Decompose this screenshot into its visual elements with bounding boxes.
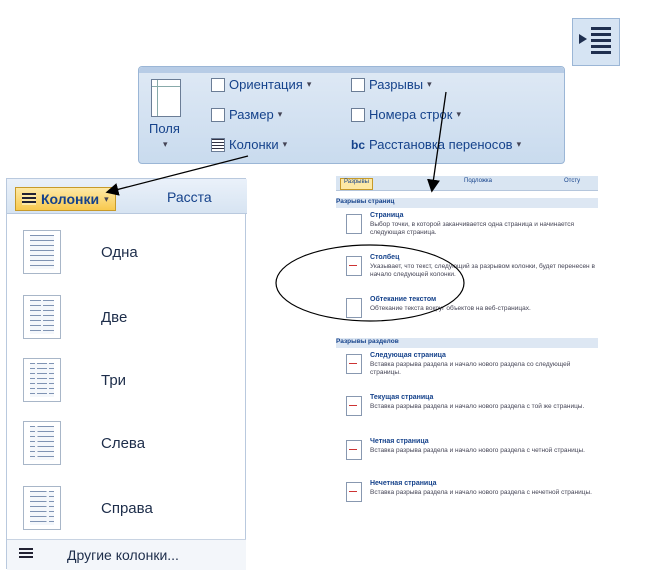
columns-arrow — [105, 155, 249, 196]
breaks-arrow — [427, 91, 447, 193]
column-break-highlight-ellipse — [275, 244, 465, 322]
annotation-overlay — [105, 91, 465, 322]
